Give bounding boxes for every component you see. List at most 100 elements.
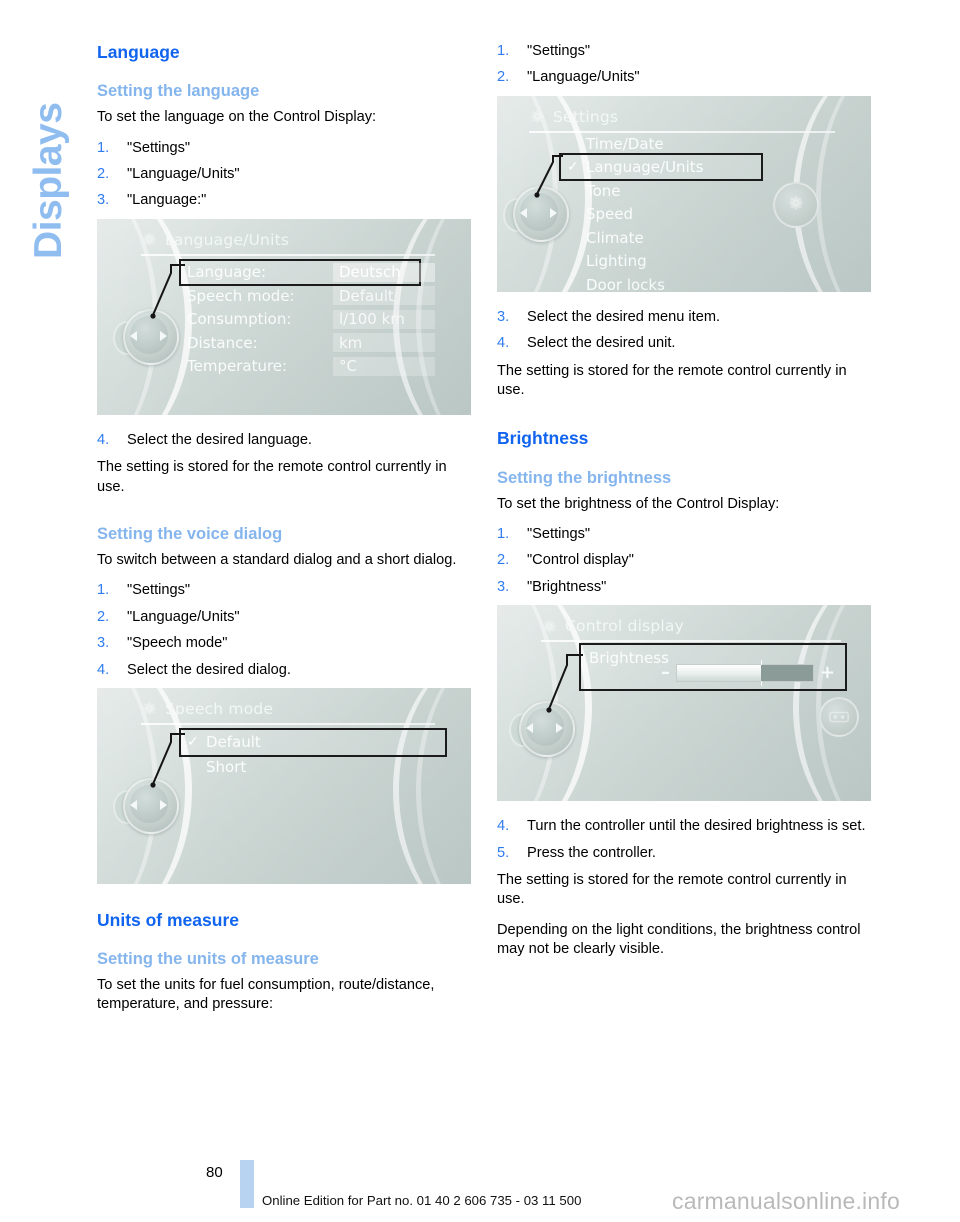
menu-row-value: Deutsch — [333, 262, 435, 282]
steps-brightness-after: 4. Turn the controller until the desired… — [497, 817, 874, 863]
intro-setting-the-language: To set the language on the Control Displ… — [97, 109, 377, 126]
slider-fill — [677, 665, 762, 682]
settings-side-button[interactable] — [773, 181, 819, 228]
step-text: "Brightness" — [527, 578, 607, 595]
menu-list: Time/Date ✓ Language/Units Tone Speed Cl… — [559, 132, 763, 292]
menu-row-time-date[interactable]: Time/Date — [561, 132, 761, 156]
list-item: 1. "Settings" — [97, 581, 474, 600]
menu-row-speech-mode[interactable]: Speech mode: Default — [181, 284, 435, 308]
menu-row-distance[interactable]: Distance: km — [181, 331, 435, 355]
step-text: "Settings" — [527, 525, 591, 542]
page-title-units-of-measure: Units of measure — [97, 909, 239, 930]
list-item: 2. "Language/Units" — [497, 68, 874, 87]
list-item: 5. Press the controller. — [497, 844, 874, 863]
screen-title: Language/Units — [165, 230, 290, 249]
brightness-row[interactable]: Brightness – + — [579, 643, 847, 692]
list-item: 3. Select the desired menu item. — [497, 308, 874, 327]
step-number: 2. — [497, 552, 510, 569]
controller-knob[interactable] — [509, 697, 575, 759]
controller-knob[interactable] — [113, 774, 179, 836]
list-item: 1. "Settings" — [497, 42, 874, 61]
list-item: 1. "Settings" — [497, 525, 874, 544]
controller-knob[interactable] — [503, 182, 569, 244]
brightness-slider[interactable]: – + — [661, 660, 835, 687]
step-text: "Speech mode" — [127, 635, 228, 652]
heading-setting-the-voice-dialog: Setting the voice dialog — [97, 524, 283, 543]
step-text: "Control display" — [527, 552, 634, 569]
footer-edition-text: Online Edition for Part no. 01 40 2 606 … — [262, 1193, 582, 1208]
display-side-button[interactable] — [819, 697, 859, 738]
step-number: 3. — [97, 635, 110, 652]
page-title-brightness: Brightness — [497, 428, 589, 449]
watermark-text: carmanualsonline.info — [672, 1188, 900, 1214]
plus-icon[interactable]: + — [820, 664, 835, 682]
arrow-right-icon — [160, 799, 167, 810]
gear-icon — [529, 108, 546, 125]
menu-row-tone[interactable]: Tone — [561, 179, 761, 203]
screenshot-language-units: Language/Units Language: Deutsch Speech … — [97, 218, 471, 415]
list-item: 4. Select the desired dialog. — [97, 661, 474, 680]
step-text: "Language/Units" — [127, 608, 240, 625]
right-column: 1. "Settings" 2. "Language/Units" Settin… — [497, 42, 874, 971]
arrow-left-icon — [526, 723, 533, 734]
list-item: 3. "Speech mode" — [97, 634, 474, 653]
screen-title: Control display — [565, 617, 684, 636]
step-text: Turn the controller until the desired br… — [527, 818, 866, 835]
gear-icon — [141, 231, 158, 248]
menu-row-value: km — [333, 333, 435, 353]
step-text: "Language/Units" — [527, 69, 640, 86]
menu-row-label: Consumption: — [187, 310, 292, 329]
screenshot-settings: Settings Time/Date ✓ Language/Units Tone — [497, 95, 871, 292]
intro-setting-the-voice-dialog: To switch between a standard dialog and … — [97, 551, 457, 568]
menu-row-short[interactable]: Short — [181, 755, 445, 780]
checkmark-icon: ✓ — [567, 159, 579, 176]
controller-knob[interactable] — [113, 305, 179, 367]
menu-row-speed[interactable]: Speed — [561, 202, 761, 226]
minus-icon[interactable]: – — [661, 664, 670, 682]
step-text: "Settings" — [527, 43, 591, 59]
menu-row-language[interactable]: Language: Deutsch — [179, 258, 435, 287]
slider-tick-bottom — [761, 681, 763, 687]
menu-row-temperature[interactable]: Temperature: °C — [181, 355, 435, 379]
arrow-right-icon — [556, 723, 563, 734]
menu-row-label: Language/Units — [586, 158, 704, 177]
list-item: 2. "Language/Units" — [97, 608, 474, 627]
arrow-left-icon — [130, 799, 137, 810]
menu-row-language-units[interactable]: ✓ Language/Units — [559, 153, 763, 181]
step-number: 1. — [97, 139, 110, 156]
menu-row-door-locks[interactable]: Door locks — [561, 273, 761, 292]
list-item: 2. "Language/Units" — [97, 165, 474, 184]
intro-setting-the-brightness: To set the brightness of the Control Dis… — [497, 495, 780, 512]
step-text: "Settings" — [127, 582, 191, 599]
screen-title: Speech mode — [165, 699, 274, 718]
steps-units-mid: 3. Select the desired menu item. 4. Sele… — [497, 308, 874, 354]
menu-row-consumption[interactable]: Consumption: l/100 km — [181, 308, 435, 332]
screenshot-speech-mode: Speech mode ✓ Default Short — [97, 687, 471, 884]
steps-after-language-screen: 4. Select the desired language. — [97, 431, 474, 450]
chapter-side-tab-label: Displays — [27, 102, 70, 259]
menu-row-label: Door locks — [586, 275, 665, 292]
menu-row-label: Temperature: — [187, 357, 288, 376]
step-number: 2. — [97, 165, 110, 182]
menu-row-label: Speed — [586, 205, 634, 224]
display-toggle-icon — [829, 708, 849, 727]
page-title-language: Language — [97, 42, 180, 62]
menu-row-default[interactable]: ✓ Default — [179, 727, 447, 757]
left-column: Language Setting the language To set the… — [97, 42, 474, 1026]
step-text: Select the desired unit. — [527, 335, 676, 352]
menu-row-climate[interactable]: Climate — [561, 226, 761, 250]
step-number: 3. — [97, 192, 110, 209]
menu-row-label: Default — [206, 733, 261, 752]
heading-setting-the-language: Setting the language — [97, 82, 260, 101]
menu-row-lighting[interactable]: Lighting — [561, 249, 761, 273]
screen-title-bar: Settings — [529, 103, 835, 133]
gear-icon — [541, 618, 558, 635]
slider-track[interactable] — [676, 660, 814, 687]
note-brightness-stored: The setting is stored for the remote con… — [497, 871, 847, 908]
step-text: Select the desired language. — [127, 431, 312, 448]
menu-row-label: Climate — [586, 228, 644, 247]
menu-list: ✓ Default Short — [179, 727, 447, 780]
step-number: 2. — [497, 69, 510, 86]
heading-setting-the-units-of-measure: Setting the units of measure — [97, 950, 319, 969]
page-number: 80 — [206, 1164, 223, 1181]
